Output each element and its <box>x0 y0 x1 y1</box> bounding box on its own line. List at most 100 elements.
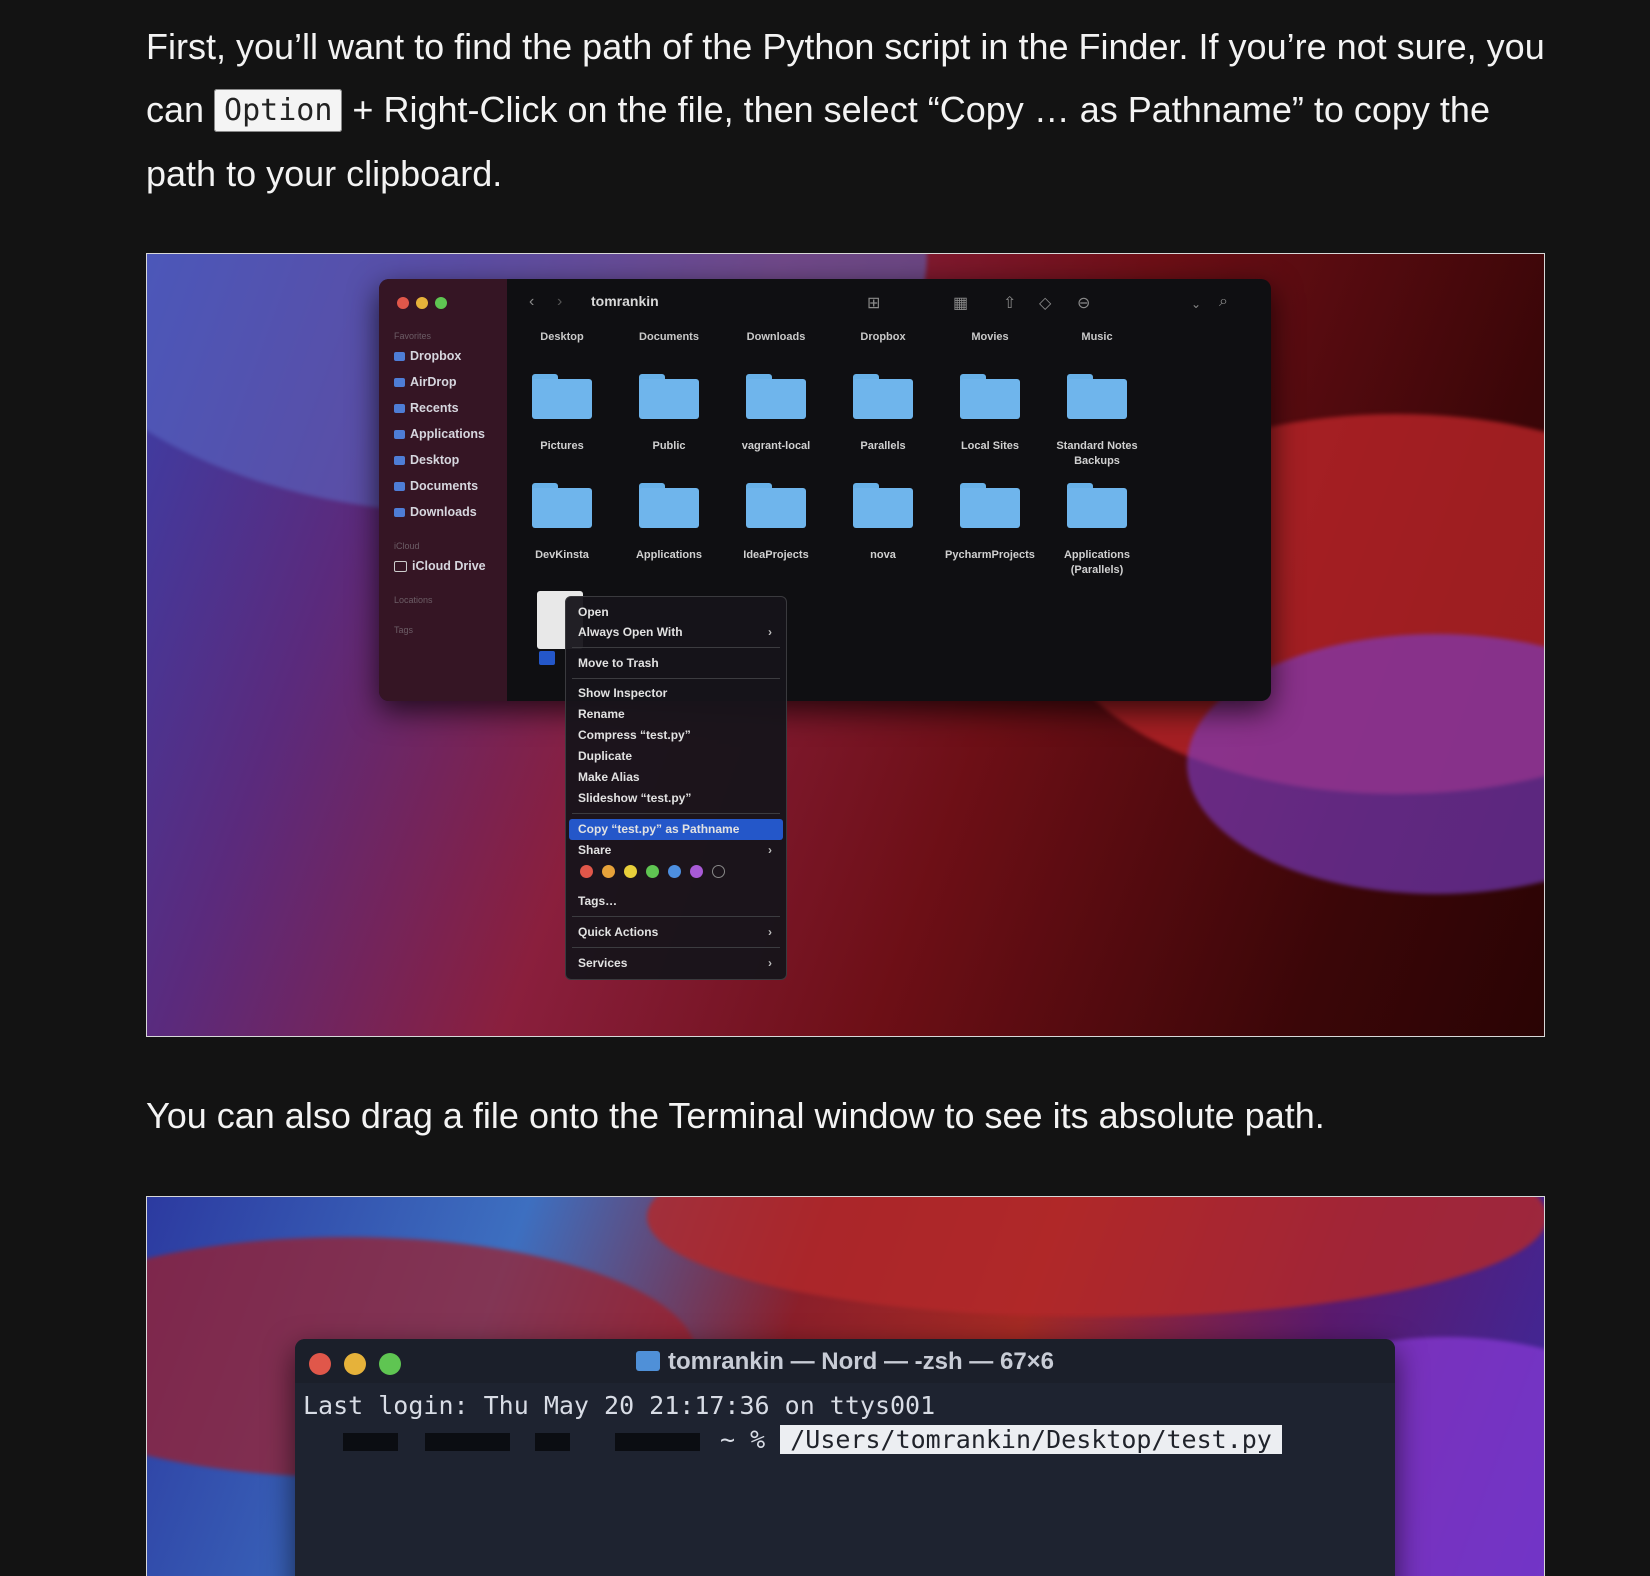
folder-icon[interactable] <box>853 483 913 528</box>
menu-item-tags[interactable]: Tags… <box>578 891 776 911</box>
folder-label: Pictures <box>540 440 584 452</box>
tag-purple[interactable] <box>690 865 703 878</box>
chevron-right-icon: › <box>768 956 772 970</box>
close-button[interactable] <box>397 297 409 309</box>
prompt-line[interactable]: ~ % /Users/tomrankin/Desktop/test.py <box>720 1425 1282 1454</box>
sidebar-item-documents[interactable]: Documents <box>394 479 478 493</box>
finder-sidebar: Favorites Dropbox AirDrop Recents Applic… <box>379 279 507 701</box>
redacted-block <box>615 1433 700 1451</box>
folder-icon[interactable] <box>639 483 699 528</box>
folder-label: Applications (Parallels) <box>1063 549 1130 576</box>
locations-label: Locations <box>394 595 433 605</box>
option-key: Option <box>214 89 343 132</box>
menu-item-open[interactable]: Open <box>578 602 776 622</box>
folder-label: PycharmProjects <box>945 549 1035 561</box>
folder-label: nova <box>870 549 896 561</box>
folder-icon[interactable] <box>853 374 913 419</box>
group-icon[interactable]: ▦ <box>953 293 968 313</box>
column-header: Desktop <box>540 331 584 343</box>
folder-icon[interactable] <box>746 374 806 419</box>
folder-icon[interactable] <box>1067 483 1127 528</box>
menu-item-share[interactable]: Share › <box>578 840 776 860</box>
menu-item-show-inspector[interactable]: Show Inspector <box>578 683 776 703</box>
minimize-button[interactable] <box>416 297 428 309</box>
chevron-right-icon: › <box>768 843 772 857</box>
file-selection-label <box>539 651 555 665</box>
menu-item-services[interactable]: Services › <box>578 953 776 973</box>
tags-label: Tags <box>394 625 414 635</box>
back-icon[interactable]: ‹ <box>529 293 534 311</box>
finder-window: Favorites Dropbox AirDrop Recents Applic… <box>379 279 1271 701</box>
tag-icon[interactable]: ◇ <box>1039 293 1051 313</box>
zoom-button[interactable] <box>435 297 447 309</box>
folder-icon[interactable] <box>960 374 1020 419</box>
finder-title: tomrankin <box>591 293 659 309</box>
folder-icon[interactable] <box>532 374 592 419</box>
redacted-block <box>425 1433 510 1451</box>
tag-none[interactable] <box>712 865 725 878</box>
more-icon[interactable]: ⊖ <box>1077 293 1090 313</box>
sidebar-item-applications[interactable]: Applications <box>394 427 485 441</box>
favorites-label: Favorites <box>394 331 432 341</box>
folder-icon <box>635 1351 660 1371</box>
menu-item-slideshow[interactable]: Slideshow “test.py” <box>578 788 776 808</box>
document-icon <box>394 481 405 491</box>
tag-blue[interactable] <box>668 865 681 878</box>
clock-icon <box>394 403 405 413</box>
intro-text-after: + Right-Click on the file, then select “… <box>146 89 1490 194</box>
dropped-file-path: /Users/tomrankin/Desktop/test.py <box>780 1425 1282 1454</box>
menu-item-copy-pathname[interactable]: Copy “test.py” as Pathname <box>578 819 776 839</box>
menu-item-duplicate[interactable]: Duplicate <box>578 746 776 766</box>
sidebar-item-dropbox[interactable]: Dropbox <box>394 349 461 363</box>
folder-icon[interactable] <box>746 483 806 528</box>
tag-yellow[interactable] <box>624 865 637 878</box>
cloud-icon <box>394 560 407 572</box>
folder-icon[interactable] <box>960 483 1020 528</box>
column-header: Music <box>1081 331 1113 343</box>
folder-icon[interactable] <box>1067 374 1127 419</box>
applications-icon <box>394 429 405 439</box>
menu-item-make-alias[interactable]: Make Alias <box>578 767 776 787</box>
sidebar-item-downloads[interactable]: Downloads <box>394 505 477 519</box>
share-icon[interactable]: ⇧ <box>1003 293 1016 313</box>
folder-label: IdeaProjects <box>743 549 809 561</box>
folder-icon[interactable] <box>532 483 592 528</box>
menu-item-always-open-with[interactable]: Always Open With › <box>578 622 776 642</box>
view-grid-icon[interactable]: ⊞ <box>867 293 880 313</box>
search-icon[interactable]: ⌕ <box>1219 293 1228 311</box>
column-header: Movies <box>971 331 1009 343</box>
desktop-icon <box>394 455 405 465</box>
dropbox-icon <box>394 351 405 361</box>
menu-item-rename[interactable]: Rename <box>578 704 776 724</box>
folder-icon[interactable] <box>639 374 699 419</box>
chevron-right-icon: › <box>768 925 772 939</box>
icloud-label: iCloud <box>394 541 420 551</box>
tag-red[interactable] <box>580 865 593 878</box>
chevron-down-icon[interactable]: ⌄ <box>1191 297 1201 311</box>
terminal-window: tomrankin — Nord — -zsh — 67×6 Last logi… <box>295 1339 1395 1576</box>
menu-item-move-to-trash[interactable]: Move to Trash <box>578 653 776 673</box>
chevron-right-icon: › <box>768 625 772 639</box>
sidebar-item-recents[interactable]: Recents <box>394 401 459 415</box>
sidebar-item-airdrop[interactable]: AirDrop <box>394 375 457 389</box>
forward-icon[interactable]: › <box>557 293 562 311</box>
terminal-title: tomrankin — Nord — -zsh — 67×6 <box>295 1348 1395 1376</box>
tag-color-dots <box>580 865 725 878</box>
terminal-titlebar: tomrankin — Nord — -zsh — 67×6 <box>295 1339 1395 1383</box>
folder-label: Local Sites <box>960 440 1020 452</box>
column-header: Dropbox <box>860 331 906 343</box>
menu-item-compress[interactable]: Compress “test.py” <box>578 725 776 745</box>
finder-screenshot: Favorites Dropbox AirDrop Recents Applic… <box>146 253 1545 1037</box>
sidebar-item-desktop[interactable]: Desktop <box>394 453 459 467</box>
sidebar-item-icloud-drive[interactable]: iCloud Drive <box>394 559 486 573</box>
tag-orange[interactable] <box>602 865 615 878</box>
intro-paragraph: First, you’ll want to find the path of t… <box>146 15 1546 205</box>
folder-label: Public <box>652 440 686 452</box>
folder-label: Standard Notes Backups <box>1056 440 1138 467</box>
tag-green[interactable] <box>646 865 659 878</box>
folder-label: DevKinsta <box>535 549 589 561</box>
menu-item-quick-actions[interactable]: Quick Actions › <box>578 922 776 942</box>
folder-label: Parallels <box>860 440 906 452</box>
shell-prompt: ~ % <box>720 1425 766 1454</box>
redacted-block <box>535 1433 570 1451</box>
